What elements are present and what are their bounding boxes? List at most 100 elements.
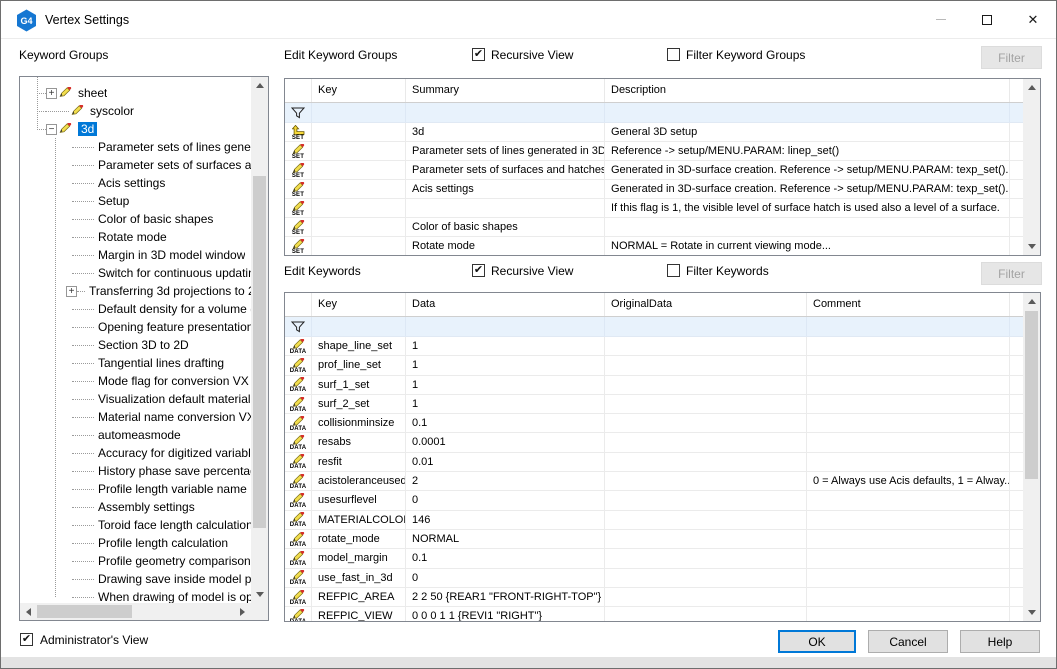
keywords-table-row[interactable]: DATAshape_line_set1 bbox=[285, 337, 1023, 356]
tree-hscroll-thumb[interactable] bbox=[37, 605, 132, 618]
pencil-icon bbox=[292, 570, 305, 580]
tree-vscroll-thumb[interactable] bbox=[253, 176, 266, 528]
groups-table-row[interactable]: SETIf this flag is 1, the visible level … bbox=[285, 199, 1023, 218]
tree-item-sheet[interactable]: +sheet bbox=[20, 84, 251, 102]
titlebar[interactable]: G4 Vertex Settings ✕ bbox=[1, 1, 1056, 39]
groups-table-row[interactable]: SETParameter sets of lines generated in … bbox=[285, 142, 1023, 161]
tree-item-label: Transferring 3d projections to 2d bbox=[89, 284, 251, 298]
scroll-down-icon[interactable] bbox=[1023, 238, 1040, 255]
keywords-vscroll-thumb[interactable] bbox=[1025, 311, 1038, 479]
close-button[interactable]: ✕ bbox=[1010, 1, 1056, 38]
administrators-view-checkbox[interactable]: ✔ bbox=[20, 633, 33, 646]
tree-item-opening-feature-presentation-in[interactable]: Opening feature presentation in bbox=[20, 318, 251, 336]
tree-horizontal-scrollbar[interactable] bbox=[20, 603, 251, 620]
keywords-table-row[interactable]: DATAresfit0.01 bbox=[285, 453, 1023, 472]
scroll-right-icon[interactable] bbox=[234, 603, 251, 620]
tree-item-transferring-3d-projections-to-2d[interactable]: + Transferring 3d projections to 2d bbox=[20, 282, 251, 300]
keywords-table-row[interactable]: DATAREFPIC_VIEW0 0 0 1 1 {REVI1 "RIGHT"} bbox=[285, 607, 1023, 621]
tree-expander-icon[interactable]: + bbox=[66, 286, 77, 297]
keywords-table-row[interactable]: DATArotate_modeNORMAL bbox=[285, 530, 1023, 549]
column-header-key[interactable]: Key bbox=[312, 293, 406, 316]
filter-keyword-groups-checkbox[interactable]: ✔ bbox=[667, 48, 680, 61]
groups-table-row[interactable]: SETAcis settingsGenerated in 3D-surface … bbox=[285, 180, 1023, 199]
tree-item-assembly-settings[interactable]: Assembly settings bbox=[20, 498, 251, 516]
tree-item-syscolor[interactable]: syscolor bbox=[20, 102, 251, 120]
keywords-table-row[interactable]: DATAuse_fast_in_3d0 bbox=[285, 569, 1023, 588]
keywords-table-row[interactable]: DATAMATERIALCOLOR146 bbox=[285, 511, 1023, 530]
tree-item-section-3d-to-2d[interactable]: Section 3D to 2D bbox=[20, 336, 251, 354]
keywords-table-row[interactable]: DATAresabs0.0001 bbox=[285, 433, 1023, 452]
scroll-up-icon[interactable] bbox=[251, 77, 268, 94]
column-header-comment[interactable]: Comment bbox=[807, 293, 1010, 316]
groups-table-row[interactable]: SETColor of basic shapes bbox=[285, 218, 1023, 237]
tree-item-visualization-default-material[interactable]: Visualization default material bbox=[20, 390, 251, 408]
keywords-table-row[interactable]: DATAusesurflevel0 bbox=[285, 491, 1023, 510]
keywords-vertical-scrollbar[interactable] bbox=[1023, 293, 1040, 621]
filter-keywords-checkbox[interactable]: ✔ bbox=[667, 264, 680, 277]
scroll-down-icon[interactable] bbox=[251, 586, 268, 603]
tree-item-profile-length-variable-name[interactable]: Profile length variable name bbox=[20, 480, 251, 498]
column-header-key[interactable]: Key bbox=[312, 79, 406, 102]
keywords-table-row[interactable]: DATAmodel_margin0.1 bbox=[285, 549, 1023, 568]
keywords-table-row[interactable]: DATAprof_line_set1 bbox=[285, 356, 1023, 375]
tree-item-profile-length-calculation[interactable]: Profile length calculation bbox=[20, 534, 251, 552]
keywords-recursive-view-checkbox[interactable]: ✔ bbox=[472, 264, 485, 277]
scroll-up-icon[interactable] bbox=[1023, 79, 1040, 96]
column-header-description[interactable]: Description bbox=[605, 79, 1010, 102]
minimize-button[interactable] bbox=[918, 1, 964, 38]
keywords-table-row[interactable]: DATAsurf_1_set1 bbox=[285, 376, 1023, 395]
scroll-down-icon[interactable] bbox=[1023, 604, 1040, 621]
tree-item-acis-settings[interactable]: Acis settings bbox=[20, 174, 251, 192]
tree-item-switch-for-continuous-updating[interactable]: Switch for continuous updating bbox=[20, 264, 251, 282]
column-header-originaldata[interactable]: OriginalData bbox=[605, 293, 807, 316]
tree-item-toroid-face-length-calculation[interactable]: Toroid face length calculation bbox=[20, 516, 251, 534]
tree-item-margin-in-3d-model-window[interactable]: Margin in 3D model window bbox=[20, 246, 251, 264]
icon-column-header[interactable] bbox=[285, 293, 312, 316]
tree-item-when-drawing-of-model-is-open[interactable]: When drawing of model is open bbox=[20, 588, 251, 603]
tree-item-tangential-lines-drafting[interactable]: Tangential lines drafting bbox=[20, 354, 251, 372]
groups-vertical-scrollbar[interactable] bbox=[1023, 79, 1040, 255]
tree-item-profile-geometry-comparison-dc[interactable]: Profile geometry comparison dc bbox=[20, 552, 251, 570]
groups-table-row[interactable]: SETParameter sets of surfaces and hatche… bbox=[285, 161, 1023, 180]
tree-item-accuracy-for-digitized-variable-v[interactable]: Accuracy for digitized variable v bbox=[20, 444, 251, 462]
keywords-filter-row[interactable] bbox=[285, 317, 1040, 337]
maximize-button[interactable] bbox=[964, 1, 1010, 38]
keywords-table-row[interactable]: DATAacistoleranceused20 = Always use Aci… bbox=[285, 472, 1023, 491]
tree-expander-icon[interactable]: − bbox=[46, 124, 57, 135]
tree-item-color-of-basic-shapes[interactable]: Color of basic shapes bbox=[20, 210, 251, 228]
tree-item-label: Opening feature presentation in bbox=[98, 320, 251, 334]
groups-table-row[interactable]: SETRotate modeNORMAL = Rotate in current… bbox=[285, 237, 1023, 255]
groups-table-row[interactable]: SET3dGeneral 3D setup bbox=[285, 123, 1023, 142]
tree-item-parameter-sets-of-surfaces-and-h[interactable]: Parameter sets of surfaces and h bbox=[20, 156, 251, 174]
cancel-button[interactable]: Cancel bbox=[868, 630, 948, 653]
tree-item-mode-flag-for-conversion-vx-3[interactable]: Mode flag for conversion VX - 3 bbox=[20, 372, 251, 390]
tree-item-drawing-save-inside-model-poss[interactable]: Drawing save inside model poss bbox=[20, 570, 251, 588]
keywords-table-row[interactable]: DATAREFPIC_AREA2 2 50 {REAR1 "FRONT-RIGH… bbox=[285, 588, 1023, 607]
column-header-data[interactable]: Data bbox=[406, 293, 605, 316]
ok-button[interactable]: OK bbox=[778, 630, 856, 653]
tree-item-label: Default density for a volume (ste bbox=[98, 302, 251, 316]
table-cell bbox=[807, 569, 1010, 587]
tree-item-history-phase-save-percentage[interactable]: History phase save percentage bbox=[20, 462, 251, 480]
icon-column-header[interactable] bbox=[285, 79, 312, 102]
tree-item-default-density-for-a-volume-ste[interactable]: Default density for a volume (ste bbox=[20, 300, 251, 318]
tree-item-rotate-mode[interactable]: Rotate mode bbox=[20, 228, 251, 246]
tree-item-automeasmode[interactable]: automeasmode bbox=[20, 426, 251, 444]
help-button[interactable]: Help bbox=[960, 630, 1040, 653]
groups-filter-row[interactable] bbox=[285, 103, 1040, 123]
groups-recursive-view-checkbox[interactable]: ✔ bbox=[472, 48, 485, 61]
scroll-left-icon[interactable] bbox=[20, 603, 37, 620]
tree-item-parameter-sets-of-lines-generate[interactable]: Parameter sets of lines generate bbox=[20, 138, 251, 156]
scroll-up-icon[interactable] bbox=[1023, 293, 1040, 310]
tree-item-material-name-conversion-vx-3[interactable]: Material name conversion VX - 3 bbox=[20, 408, 251, 426]
table-cell bbox=[312, 142, 406, 160]
tree-expander-icon[interactable]: + bbox=[46, 88, 57, 99]
groups-filter-button[interactable]: Filter bbox=[981, 46, 1042, 69]
keywords-filter-button[interactable]: Filter bbox=[981, 262, 1042, 285]
tree-vertical-scrollbar[interactable] bbox=[251, 77, 268, 603]
tree-item-setup[interactable]: Setup bbox=[20, 192, 251, 210]
keywords-table-row[interactable]: DATAsurf_2_set1 bbox=[285, 395, 1023, 414]
column-header-summary[interactable]: Summary bbox=[406, 79, 605, 102]
keywords-table-row[interactable]: DATAcollisionminsize0.1 bbox=[285, 414, 1023, 433]
tree-item-3d[interactable]: −3d bbox=[20, 120, 251, 138]
